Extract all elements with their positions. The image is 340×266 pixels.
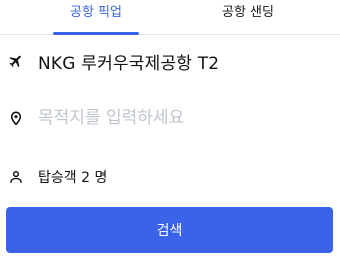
person-icon bbox=[10, 171, 22, 183]
service-tabs: 공항 픽업 공항 샌딩 bbox=[0, 0, 340, 35]
tab-airport-dropoff-label: 공항 샌딩 bbox=[222, 5, 274, 20]
tab-airport-pickup[interactable]: 공항 픽업 bbox=[36, 0, 156, 35]
tab-airport-pickup-label: 공항 픽업 bbox=[70, 5, 122, 20]
destination-input[interactable] bbox=[38, 108, 318, 128]
passengers-field[interactable]: 탑승객 2 명 bbox=[0, 163, 340, 191]
pickup-location-text: NKG 루커우국제공항 T2 bbox=[38, 53, 220, 74]
location-pin-icon bbox=[10, 111, 22, 126]
search-button[interactable]: 검색 bbox=[6, 207, 333, 253]
pickup-location-field[interactable]: NKG 루커우국제공항 T2 bbox=[0, 46, 340, 76]
airplane-icon bbox=[9, 55, 21, 68]
tab-airport-dropoff[interactable]: 공항 샌딩 bbox=[188, 0, 308, 34]
active-tab-indicator bbox=[53, 32, 139, 35]
destination-field[interactable] bbox=[0, 103, 340, 133]
passengers-count-text: 탑승객 2 명 bbox=[38, 170, 108, 186]
